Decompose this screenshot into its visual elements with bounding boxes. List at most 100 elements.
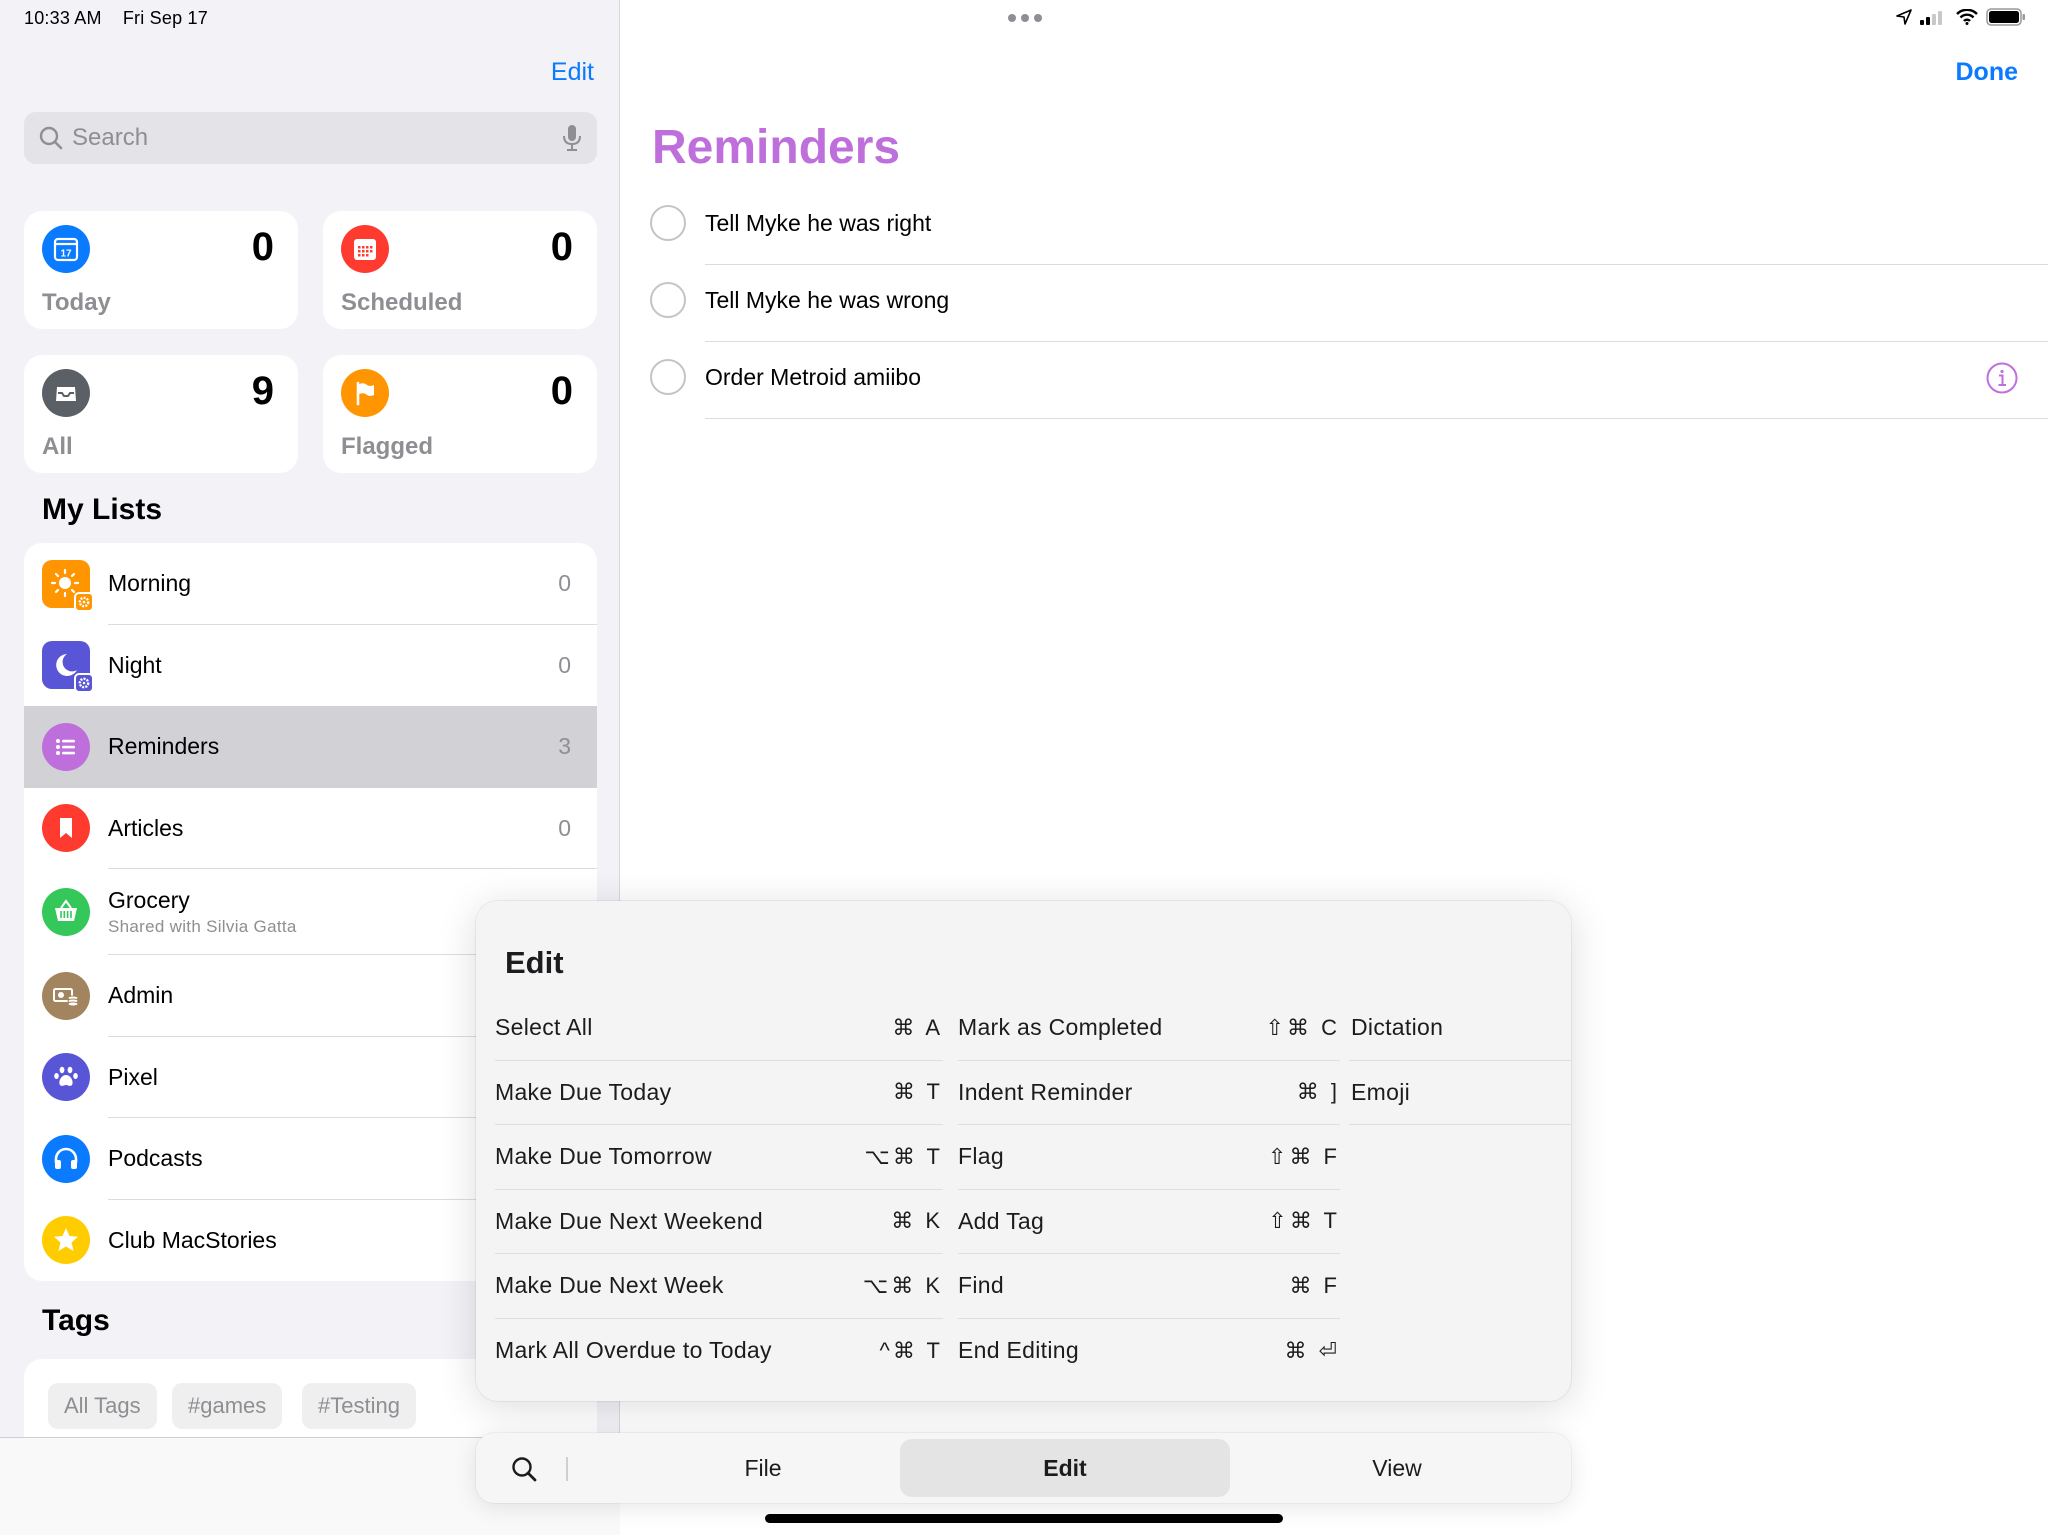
reminder-row: Tell Myke he was wrong bbox=[650, 265, 2048, 342]
star-icon bbox=[42, 1216, 90, 1265]
menu-item-end-editing[interactable]: End Editing ⌘ ⏎ bbox=[958, 1319, 1340, 1384]
list-bullet-icon bbox=[42, 722, 90, 771]
menu-column-1: Select All ⌘ A Make Due Today ⌘ T Make Due… bbox=[495, 996, 943, 1383]
menu-item-make-due-tomorrow[interactable]: Make Due Tomorrow ⌥⌘ T bbox=[495, 1125, 943, 1190]
search-icon bbox=[39, 126, 63, 150]
gear-icon bbox=[74, 673, 94, 694]
menu-column-3: Dictation Emoji bbox=[1349, 996, 1571, 1125]
list-count: 3 bbox=[558, 733, 571, 760]
menu-item-indent-reminder[interactable]: Indent Reminder ⌘ ] bbox=[958, 1061, 1340, 1125]
today-label: Today bbox=[42, 289, 111, 316]
list-item-reminders[interactable]: Reminders 3 bbox=[24, 706, 597, 788]
separator bbox=[705, 418, 2048, 419]
smart-list-scheduled[interactable]: 0 Scheduled bbox=[323, 211, 597, 329]
reminder-checkbox[interactable] bbox=[650, 359, 686, 395]
search-icon[interactable] bbox=[510, 1455, 538, 1483]
multitasking-dots-icon[interactable] bbox=[1008, 14, 1042, 22]
shortcut-label: ⇧⌘ T bbox=[1268, 1208, 1340, 1234]
list-subtitle: Shared with Silvia Gatta bbox=[108, 917, 297, 936]
reminder-checkbox[interactable] bbox=[650, 205, 686, 241]
money-icon bbox=[42, 971, 90, 1020]
shortcut-label: ^⌘ T bbox=[879, 1337, 943, 1363]
paw-icon bbox=[42, 1053, 90, 1102]
search-input[interactable] bbox=[72, 124, 561, 152]
status-bar-left: 10:33 AM Fri Sep 17 bbox=[24, 8, 208, 29]
menu-item-label: Mark All Overdue to Today bbox=[495, 1337, 772, 1364]
reminder-checkbox[interactable] bbox=[650, 282, 686, 318]
tag-all-tags[interactable]: All Tags bbox=[48, 1383, 157, 1429]
headphones-icon bbox=[42, 1134, 90, 1183]
list-name: Podcasts bbox=[108, 1145, 203, 1172]
menu-item-flag[interactable]: Flag ⇧⌘ F bbox=[958, 1125, 1340, 1190]
wifi-icon bbox=[1956, 9, 1978, 25]
shortcut-label: ⌥⌘ K bbox=[862, 1272, 943, 1298]
list-item-morning[interactable]: Morning 0 bbox=[24, 543, 597, 625]
menu-item-dictation[interactable]: Dictation bbox=[1349, 996, 1571, 1061]
tag-testing[interactable]: #Testing bbox=[302, 1383, 416, 1429]
list-item-night[interactable]: Night 0 bbox=[24, 625, 597, 707]
status-date: Fri Sep 17 bbox=[122, 8, 208, 28]
done-button[interactable]: Done bbox=[1956, 58, 2019, 87]
flagged-label: Flagged bbox=[341, 433, 434, 460]
menu-item-label: Emoji bbox=[1351, 1078, 1411, 1105]
tags-heading: Tags bbox=[42, 1304, 110, 1337]
menu-item-emoji[interactable]: Emoji bbox=[1349, 1061, 1571, 1125]
moon-icon bbox=[42, 641, 94, 694]
smart-list-today[interactable]: 17 0 Today bbox=[24, 211, 298, 329]
basket-icon bbox=[42, 888, 90, 936]
menu-item-make-due-next-week[interactable]: Make Due Next Week ⌥⌘ K bbox=[495, 1254, 943, 1319]
reminder-text[interactable]: Order Metroid amiibo bbox=[705, 364, 921, 391]
shortcut-label: ⌘ ⏎ bbox=[1284, 1337, 1340, 1363]
smart-list-flagged[interactable]: 0 Flagged bbox=[323, 355, 597, 473]
status-time: 10:33 AM bbox=[24, 8, 102, 28]
menu-bar-file[interactable]: File bbox=[598, 1439, 928, 1497]
sidebar-edit-button[interactable]: Edit bbox=[551, 58, 594, 87]
menu-item-select-all[interactable]: Select All ⌘ A bbox=[495, 996, 943, 1061]
info-icon[interactable] bbox=[1986, 362, 2018, 394]
search-field[interactable] bbox=[24, 112, 597, 164]
bookmark-icon bbox=[42, 804, 90, 853]
flagged-count: 0 bbox=[550, 369, 573, 413]
menu-column-2: Mark as Completed ⇧⌘ C Indent Reminder ⌘ ]… bbox=[958, 996, 1340, 1383]
svg-text:17: 17 bbox=[60, 249, 72, 260]
list-name: Club MacStories bbox=[108, 1226, 277, 1253]
list-name: Admin bbox=[108, 982, 174, 1009]
scheduled-label: Scheduled bbox=[341, 289, 463, 316]
list-name: Articles bbox=[108, 814, 184, 841]
menu-item-label: Find bbox=[958, 1272, 1004, 1299]
menu-item-label: Dictation bbox=[1351, 1014, 1444, 1041]
reminder-text[interactable]: Tell Myke he was right bbox=[705, 210, 931, 237]
microphone-icon[interactable] bbox=[561, 123, 583, 153]
menu-item-label: Make Due Next Week bbox=[495, 1272, 724, 1299]
list-name: Reminders bbox=[108, 733, 220, 760]
shortcut-label: ⇧⌘ F bbox=[1268, 1143, 1340, 1169]
menu-item-label: Indent Reminder bbox=[958, 1078, 1133, 1105]
all-label: All bbox=[42, 433, 73, 460]
menu-item-mark-as-completed[interactable]: Mark as Completed ⇧⌘ C bbox=[958, 996, 1340, 1061]
battery-icon bbox=[1986, 8, 2025, 26]
my-lists-heading: My Lists bbox=[42, 493, 163, 526]
calendar-17-icon: 17 bbox=[42, 225, 90, 273]
menu-item-mark-all-overdue[interactable]: Mark All Overdue to Today ^⌘ T bbox=[495, 1319, 943, 1384]
list-item-articles[interactable]: Articles 0 bbox=[24, 788, 597, 869]
reminder-text[interactable]: Tell Myke he was wrong bbox=[705, 287, 949, 314]
home-indicator[interactable] bbox=[765, 1514, 1283, 1523]
calendar-grid-icon bbox=[341, 225, 389, 273]
menu-item-make-due-next-weekend[interactable]: Make Due Next Weekend ⌘ K bbox=[495, 1190, 943, 1254]
menu-bar-view[interactable]: View bbox=[1232, 1439, 1562, 1497]
tag-games[interactable]: #games bbox=[172, 1383, 283, 1429]
menu-item-label: End Editing bbox=[958, 1337, 1079, 1364]
menu-bar-edit[interactable]: Edit bbox=[900, 1439, 1230, 1497]
cellular-signal-icon bbox=[1920, 11, 1942, 25]
menu-item-make-due-today[interactable]: Make Due Today ⌘ T bbox=[495, 1061, 943, 1125]
menu-item-find[interactable]: Find ⌘ F bbox=[958, 1254, 1340, 1319]
gear-icon bbox=[74, 591, 94, 612]
menu-item-add-tag[interactable]: Add Tag ⇧⌘ T bbox=[958, 1190, 1340, 1254]
list-count: 0 bbox=[558, 651, 571, 678]
divider bbox=[566, 1457, 568, 1481]
edit-menu-title: Edit bbox=[505, 945, 564, 980]
smart-list-all[interactable]: 9 All bbox=[24, 355, 298, 473]
edit-menu-panel: Edit Select All ⌘ A Make Due Today ⌘ T Mak… bbox=[476, 901, 1571, 1401]
keyboard-menu-bar: File Edit View bbox=[476, 1433, 1571, 1503]
menu-item-label: Make Due Today bbox=[495, 1078, 672, 1105]
